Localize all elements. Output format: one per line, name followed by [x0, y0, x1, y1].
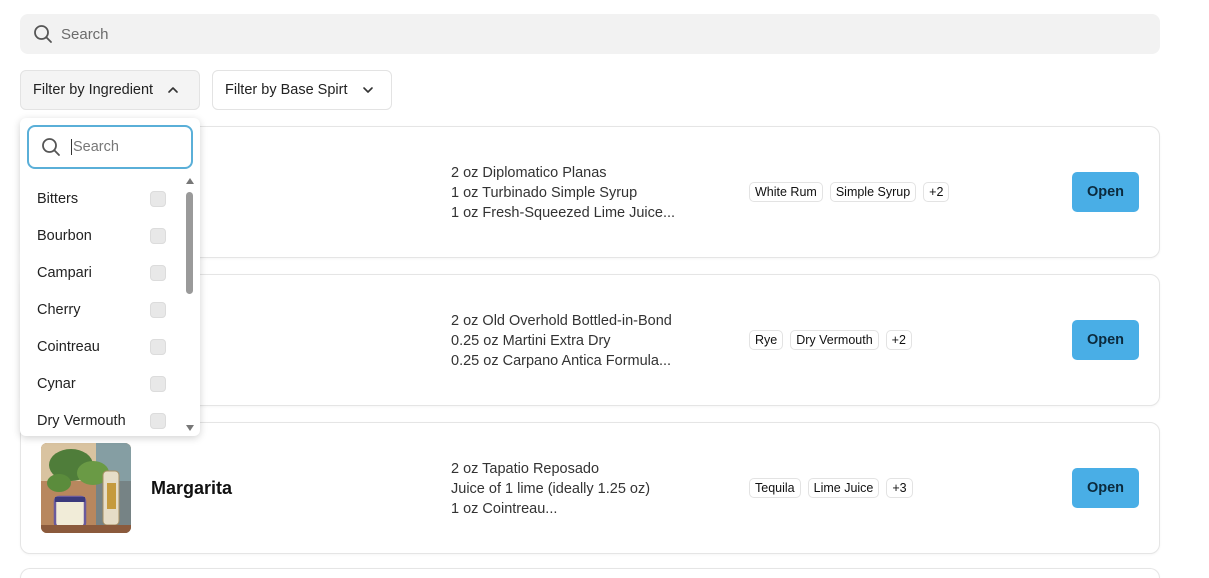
tag: Tequila: [749, 478, 801, 498]
dropdown-item-label: Bitters: [37, 190, 79, 207]
dropdown-item[interactable]: Dry Vermouth: [20, 402, 190, 436]
ingredient-line: 0.25 oz Martini Extra Dry: [451, 333, 611, 349]
more-tags-badge: +2: [885, 330, 912, 350]
cocktail-name: Margarita: [151, 477, 233, 498]
dropdown-item[interactable]: Cointreau: [20, 328, 190, 365]
tag: White Rum: [749, 182, 823, 202]
checkbox[interactable]: [150, 264, 166, 281]
scroll-up-arrow-icon[interactable]: [186, 178, 194, 184]
cocktail-tags: Tequila Lime Juice +3: [749, 423, 913, 553]
dropdown-item-label: Dry Vermouth: [37, 412, 126, 429]
open-button[interactable]: Open: [1072, 468, 1139, 508]
checkbox[interactable]: [150, 227, 166, 244]
chevron-up-icon: [167, 84, 179, 96]
cocktail-ingredients: 2 oz Diplomatico Planas 1 oz Turbinado S…: [451, 163, 675, 223]
ingredient-line: 1 oz Turbinado Simple Syrup: [451, 185, 638, 201]
cocktail-ingredients: 2 oz Tapatio Reposado Juice of 1 lime (i…: [451, 459, 650, 519]
cocktail-card: [20, 568, 1160, 578]
text-caret: [71, 139, 72, 155]
dropdown-item-label: Bourbon: [37, 227, 92, 244]
ingredient-line: 2 oz Diplomatico Planas: [451, 165, 607, 181]
filter-by-base-spirit-button[interactable]: Filter by Base Spirt: [212, 70, 392, 110]
open-button[interactable]: Open: [1072, 320, 1139, 360]
ingredient-line: Juice of 1 lime (ideally 1.25 oz): [451, 481, 651, 497]
cocktail-card: Margarita 2 oz Tapatio Reposado Juice of…: [20, 422, 1160, 554]
dropdown-item-label: Cointreau: [37, 338, 100, 355]
tag: Rye: [749, 330, 784, 350]
ingredient-dropdown: Search Bitters Bourbon Campari Cherry Co…: [20, 118, 200, 436]
tag: Simple Syrup: [829, 182, 917, 202]
dropdown-search-input[interactable]: Search: [27, 125, 193, 169]
checkbox[interactable]: [150, 338, 166, 355]
checkbox[interactable]: [150, 412, 166, 429]
ingredient-line: 2 oz Old Overhold Bottled-in-Bond: [451, 313, 672, 329]
cocktail-ingredients: 2 oz Old Overhold Bottled-in-Bond 0.25 o…: [451, 311, 672, 371]
dropdown-item-label: Cynar: [37, 375, 76, 392]
search-placeholder: Search: [61, 25, 109, 43]
dropdown-item[interactable]: Bourbon: [20, 217, 190, 254]
chevron-down-icon: [362, 84, 374, 96]
checkbox[interactable]: [150, 190, 166, 207]
dropdown-item-label: Cherry: [37, 301, 81, 318]
filter-by-ingredient-button[interactable]: Filter by Ingredient: [20, 70, 200, 110]
ingredient-line: 0.25 oz Carpano Antica Formula...: [451, 353, 672, 369]
ingredient-line: 1 oz Cointreau...: [451, 501, 558, 517]
dropdown-item[interactable]: Cherry: [20, 291, 190, 328]
search-icon: [34, 25, 52, 43]
search-input[interactable]: Search: [20, 14, 1160, 54]
tag: Lime Juice: [807, 478, 880, 498]
dropdown-item-label: Campari: [37, 264, 92, 281]
filter-ingredient-label: Filter by Ingredient: [33, 82, 154, 98]
more-tags-badge: +3: [886, 478, 913, 498]
cocktail-tags: White Rum Simple Syrup +2: [749, 127, 950, 257]
filter-base-spirit-label: Filter by Base Spirt: [225, 82, 348, 98]
more-tags-badge: +2: [923, 182, 950, 202]
dropdown-item[interactable]: Cynar: [20, 365, 190, 402]
cocktail-thumbnail: [41, 443, 131, 533]
cocktail-tags: Rye Dry Vermouth +2: [749, 275, 912, 405]
ingredient-line: 2 oz Tapatio Reposado: [451, 461, 600, 477]
checkbox[interactable]: [150, 375, 166, 392]
open-button[interactable]: Open: [1072, 172, 1139, 212]
dropdown-item[interactable]: Bitters: [20, 180, 190, 217]
dropdown-search-placeholder: Search: [73, 139, 119, 155]
dropdown-scrollbar[interactable]: [186, 178, 196, 433]
dropdown-item[interactable]: Campari: [20, 254, 190, 291]
tag: Dry Vermouth: [790, 330, 879, 350]
search-icon: [42, 138, 60, 156]
ingredient-line: 1 oz Fresh-Squeezed Lime Juice...: [451, 205, 676, 221]
scroll-down-arrow-icon[interactable]: [186, 425, 194, 431]
checkbox[interactable]: [150, 301, 166, 318]
scrollbar-thumb[interactable]: [186, 192, 193, 294]
